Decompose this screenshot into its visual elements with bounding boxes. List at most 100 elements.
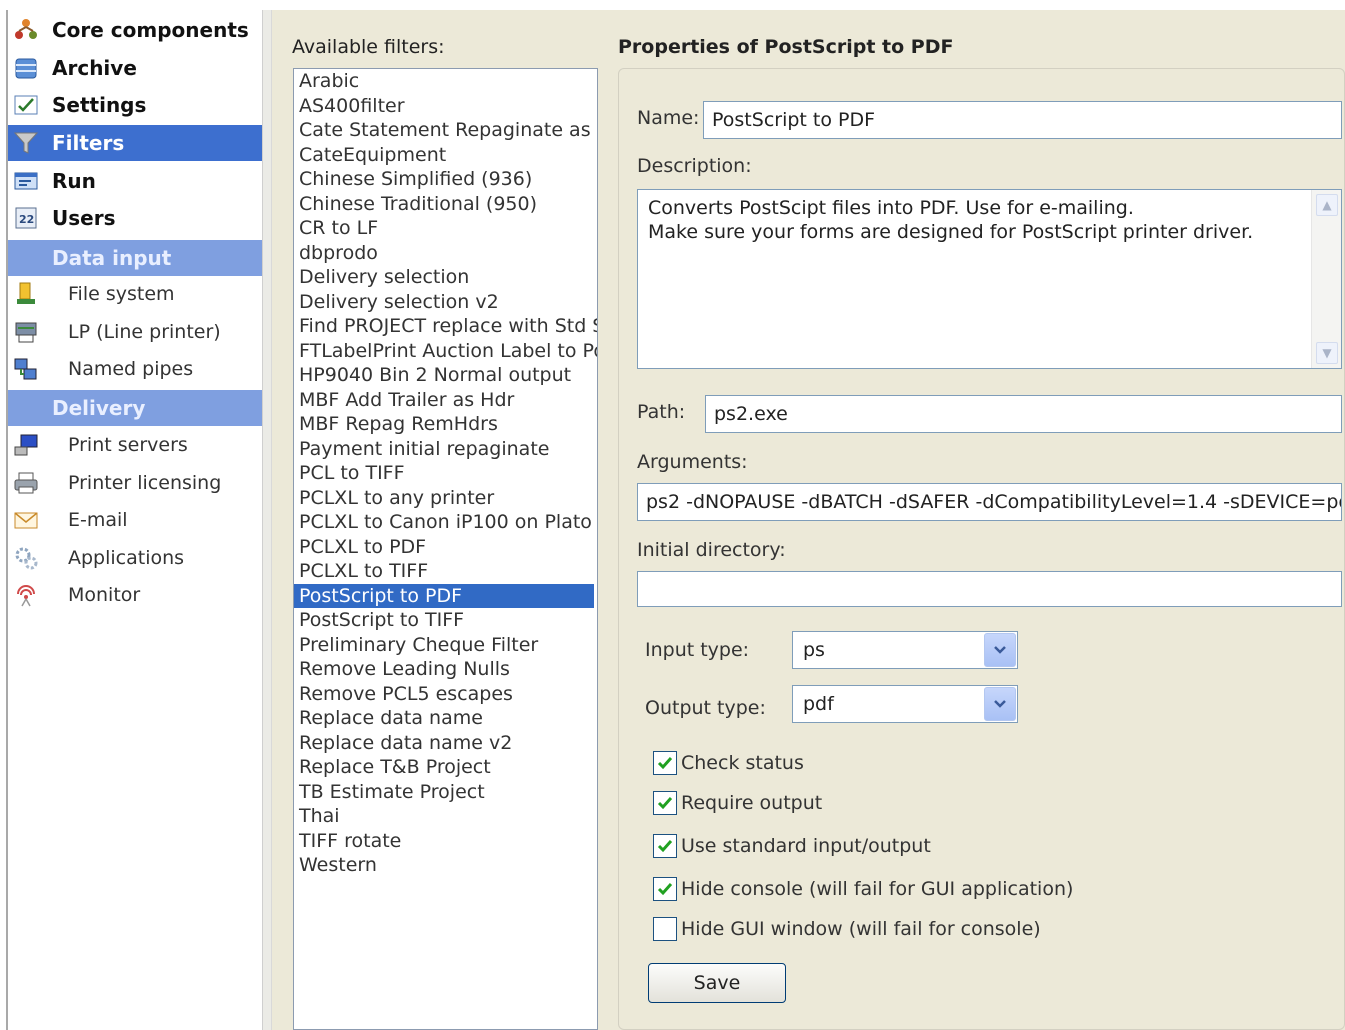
checkbox-label: Require output [681,792,823,814]
nav-section-delivery[interactable]: Delivery [8,390,264,426]
nav-label: Run [52,169,96,193]
printer-icon [12,469,40,497]
filter-list-item[interactable]: Replace data name [294,706,597,731]
checkbox-label: Use standard input/output [681,835,931,857]
filter-list-item[interactable]: PCLXL to PDF [294,535,597,560]
checkbox-label: Check status [681,752,804,774]
filter-list-item[interactable]: Delivery selection v2 [294,290,597,315]
filter-list-item[interactable]: AS400filter [294,94,597,119]
filter-list-item[interactable]: Preliminary Cheque Filter [294,633,597,658]
filter-list-item[interactable]: Arabic [294,69,597,94]
nav-item-core-components[interactable]: Core components [8,12,264,48]
navigation-sidebar: Core components Archive Settings Filters… [6,10,264,1030]
nav-item-applications[interactable]: Applications [8,540,264,576]
nav-item-line-printer[interactable]: LP (Line printer) [8,314,264,350]
scroll-down-icon[interactable]: ▼ [1316,342,1338,364]
checkbox-row[interactable]: Hide GUI window (will fail for console) [653,917,1041,941]
description-scrollbar[interactable]: ▲ ▼ [1311,190,1341,368]
filter-list-item[interactable]: Find PROJECT replace with Std S [294,314,597,339]
run-window-icon [12,167,40,195]
filter-list-item[interactable]: TIFF rotate [294,829,597,854]
nav-item-printer-licensing[interactable]: Printer licensing [8,465,264,501]
description-text: Converts PostScipt files into PDF. Use f… [648,197,1254,243]
filter-list-item[interactable]: PCLXL to TIFF [294,559,597,584]
nav-item-settings[interactable]: Settings [8,87,264,123]
chevron-down-icon[interactable] [984,633,1016,667]
filter-list-item[interactable]: dbprodo [294,241,597,266]
arguments-field[interactable]: ps2 -dNOPAUSE -dBATCH -dSAFER -dCompatib… [637,483,1342,521]
path-field[interactable]: ps2.exe [705,395,1342,433]
filter-list-item[interactable]: Chinese Traditional (950) [294,192,597,217]
filter-list-item[interactable]: PostScript to PDF [294,583,594,608]
checklist-icon [12,91,40,119]
nav-label: LP (Line printer) [68,321,221,343]
nav-item-run[interactable]: Run [8,163,264,199]
scroll-up-icon[interactable]: ▲ [1316,194,1338,216]
available-filters-label: Available filters: [292,36,445,58]
filter-list-item[interactable]: PCLXL to any printer [294,486,597,511]
filter-list-item[interactable]: CR to LF [294,216,597,241]
properties-title: Properties of PostScript to PDF [618,36,954,58]
nav-item-print-servers[interactable]: Print servers [8,427,264,463]
checkbox-row[interactable]: Use standard input/output [653,834,931,858]
filter-list-item[interactable]: HP9040 Bin 2 Normal output [294,363,597,388]
checkbox[interactable] [653,791,677,815]
nav-item-archive[interactable]: Archive [8,50,264,86]
checkbox-row[interactable]: Check status [653,751,804,775]
filter-list-item[interactable]: PCLXL to Canon iP100 on Plato [294,510,597,535]
initial-directory-field[interactable] [637,571,1342,607]
filter-list-item[interactable]: Chinese Simplified (936) [294,167,597,192]
properties-panel: Name: PostScript to PDF Description: Con… [618,68,1345,1030]
filter-list-item[interactable]: MBF Add Trailer as Hdr [294,388,597,413]
file-system-icon [12,280,40,308]
checkbox[interactable] [653,834,677,858]
filter-list-item[interactable]: Replace T&B Project [294,755,597,780]
name-field[interactable]: PostScript to PDF [703,101,1342,139]
nav-item-users[interactable]: 22 Users [8,200,264,236]
nav-item-filters[interactable]: Filters [8,125,264,161]
filter-list-item[interactable]: PCL to TIFF [294,461,597,486]
filter-list-item[interactable]: Payment initial repaginate [294,437,597,462]
filter-list-item[interactable]: Cate Statement Repaginate as F [294,118,597,143]
nav-item-named-pipes[interactable]: Named pipes [8,351,264,387]
output-type-select[interactable]: pdf [792,685,1018,723]
nav-label: Named pipes [68,358,194,380]
checkbox[interactable] [653,877,677,901]
print-server-icon [12,431,40,459]
filter-list-item[interactable]: Delivery selection [294,265,597,290]
splitter[interactable] [262,10,272,1030]
filter-list-item[interactable]: PostScript to TIFF [294,608,597,633]
nav-section-data-input[interactable]: Data input [8,240,264,276]
filter-list-item[interactable]: Replace data name v2 [294,731,597,756]
nav-section-label: Delivery [52,396,146,420]
filter-list-item[interactable]: TB Estimate Project [294,780,597,805]
nav-label: Filters [52,131,125,155]
nav-label: E-mail [68,509,128,531]
checkbox-row[interactable]: Hide console (will fail for GUI applicat… [653,877,1073,901]
nav-label: Core components [52,18,249,42]
nav-label: Printer licensing [68,472,222,494]
filter-list-item[interactable]: CateEquipment [294,143,597,168]
save-button[interactable]: Save [648,963,786,1003]
description-textarea[interactable]: Converts PostScipt files into PDF. Use f… [637,189,1342,369]
filter-list-item[interactable]: Thai [294,804,597,829]
nav-item-email[interactable]: E-mail [8,502,264,538]
checkbox[interactable] [653,917,677,941]
path-label: Path: [637,401,686,423]
nav-label: Users [52,206,116,230]
filter-list-item[interactable]: FTLabelPrint Auction Label to Pos [294,339,597,364]
nav-item-file-system[interactable]: File system [8,276,264,312]
initial-directory-label: Initial directory: [637,539,786,561]
filters-listbox[interactable]: Arabic AS400filter Cate Statement Repagina… [293,68,598,1030]
filter-list-item[interactable]: Remove Leading Nulls [294,657,597,682]
filter-list-item[interactable]: Remove PCL5 escapes [294,682,597,707]
chevron-down-icon[interactable] [984,687,1016,721]
nav-item-monitor[interactable]: Monitor [8,577,264,613]
people-icon [12,16,40,44]
filter-list-item[interactable]: MBF Repag RemHdrs [294,412,597,437]
monitor-signal-icon [12,581,40,609]
checkbox[interactable] [653,751,677,775]
checkbox-row[interactable]: Require output [653,791,822,815]
input-type-select[interactable]: ps [792,631,1018,669]
filter-list-item[interactable]: Western [294,853,597,878]
